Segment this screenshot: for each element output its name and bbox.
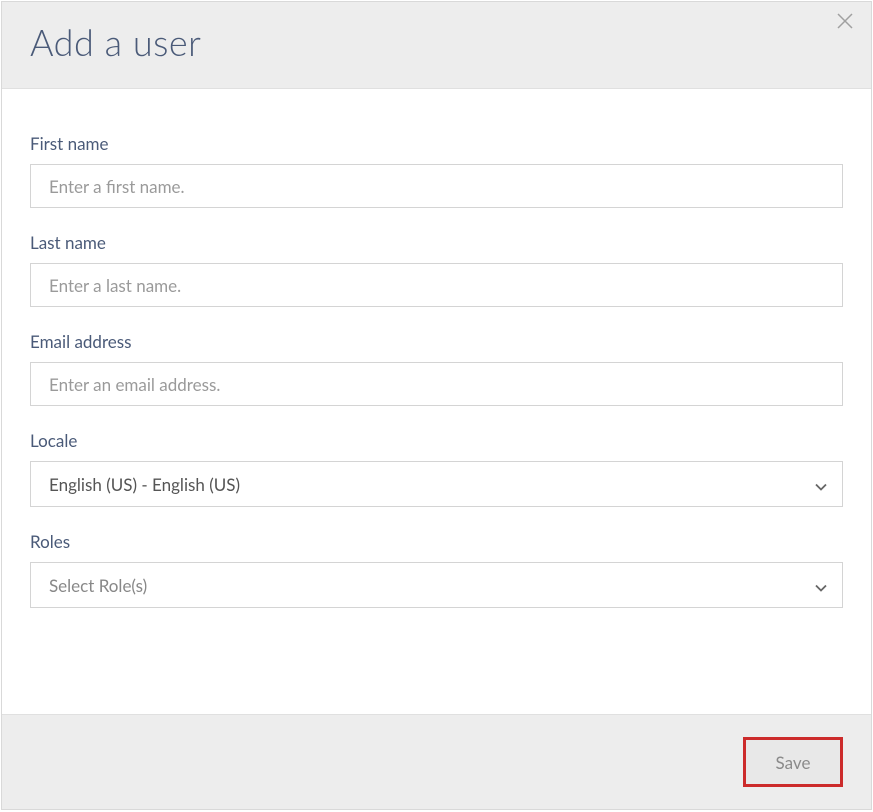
last-name-input[interactable] (30, 263, 843, 307)
modal-header: Add a user (2, 2, 871, 89)
last-name-label: Last name (30, 232, 843, 253)
locale-select[interactable]: English (US) - English (US) (30, 461, 843, 507)
close-icon (836, 12, 854, 33)
first-name-input[interactable] (30, 164, 843, 208)
email-label: Email address (30, 331, 843, 352)
chevron-down-icon (814, 477, 828, 491)
modal-body: First name Last name Email address Local… (2, 89, 871, 714)
email-group: Email address (30, 331, 843, 406)
email-input[interactable] (30, 362, 843, 406)
locale-label: Locale (30, 430, 843, 451)
first-name-label: First name (30, 133, 843, 154)
save-button[interactable]: Save (743, 737, 843, 787)
locale-selected-value: English (US) - English (US) (49, 474, 240, 495)
last-name-group: Last name (30, 232, 843, 307)
roles-group: Roles Select Role(s) (30, 531, 843, 608)
first-name-group: First name (30, 133, 843, 208)
roles-select[interactable]: Select Role(s) (30, 562, 843, 608)
roles-placeholder: Select Role(s) (49, 575, 147, 596)
close-button[interactable] (833, 10, 857, 34)
add-user-modal: Add a user First name Last name Email ad… (1, 1, 872, 810)
modal-footer: Save (2, 714, 871, 809)
locale-group: Locale English (US) - English (US) (30, 430, 843, 507)
modal-title: Add a user (30, 20, 843, 64)
roles-label: Roles (30, 531, 843, 552)
chevron-down-icon (814, 578, 828, 592)
